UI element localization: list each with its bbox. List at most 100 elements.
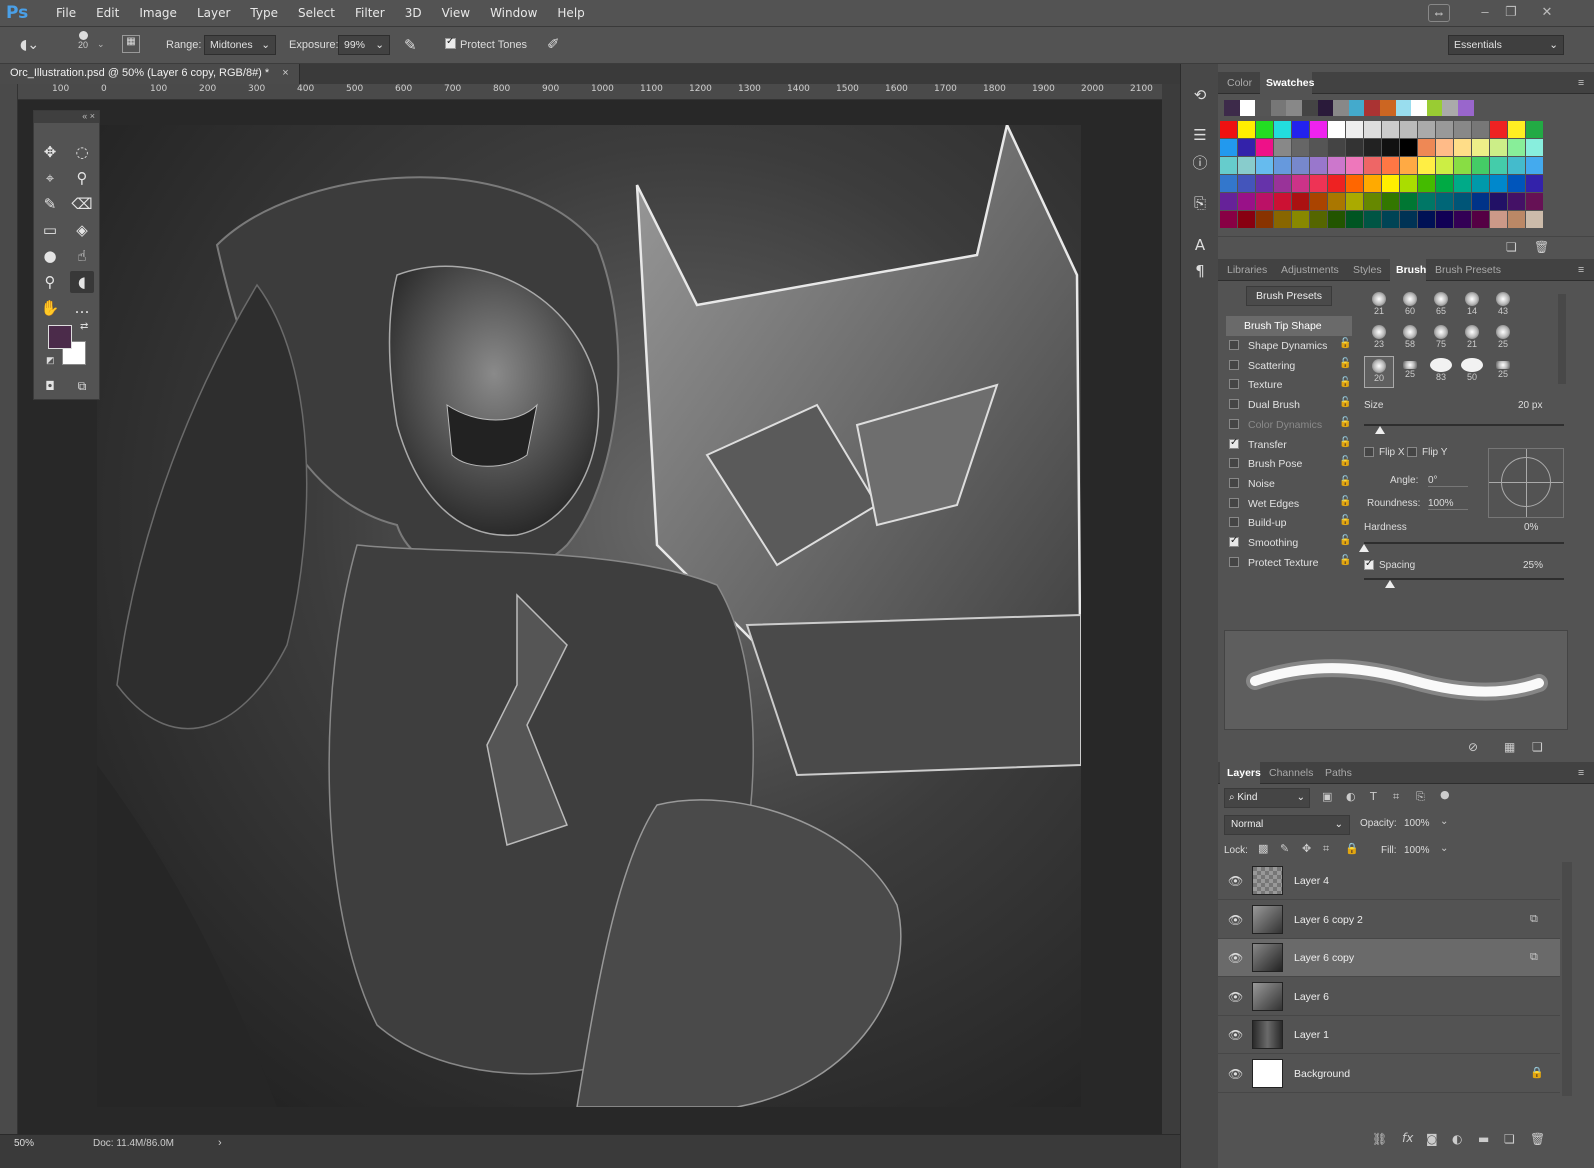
color-swatch[interactable]: [1382, 121, 1399, 138]
layer-thumbnail[interactable]: [1252, 1020, 1283, 1049]
tab-swatches[interactable]: Swatches: [1266, 77, 1314, 89]
menu-layer[interactable]: Layer: [187, 6, 240, 20]
color-swatch[interactable]: [1382, 193, 1399, 210]
color-swatch[interactable]: [1238, 157, 1255, 174]
lock-icon[interactable]: 🔓: [1339, 535, 1351, 546]
recent-swatch[interactable]: [1224, 100, 1240, 116]
filter-type-icon[interactable]: T: [1370, 790, 1377, 803]
brush-option-noise[interactable]: Noise 🔓: [1226, 474, 1351, 494]
color-swatch[interactable]: [1454, 157, 1471, 174]
brush-tip[interactable]: 65: [1426, 290, 1456, 322]
pressure-size-icon[interactable]: ✐: [547, 35, 560, 53]
recent-swatch[interactable]: [1348, 100, 1365, 116]
color-swatch[interactable]: [1472, 175, 1489, 192]
color-swatch[interactable]: [1238, 193, 1255, 210]
color-swatch[interactable]: [1346, 121, 1363, 138]
color-swatch[interactable]: [1364, 211, 1381, 228]
spacing-checkbox[interactable]: [1364, 558, 1374, 573]
color-swatch[interactable]: [1292, 175, 1309, 192]
layer-thumbnail[interactable]: [1252, 981, 1283, 1011]
tab-libraries[interactable]: Libraries: [1227, 264, 1267, 276]
lock-icon[interactable]: 🔓: [1339, 377, 1351, 388]
brush-option-texture[interactable]: Texture 🔓: [1226, 375, 1351, 395]
option-checkbox[interactable]: [1229, 535, 1239, 547]
brush-tip[interactable]: 60: [1395, 290, 1425, 322]
color-swatch[interactable]: [1400, 175, 1417, 192]
color-swatch[interactable]: [1472, 193, 1489, 210]
recent-swatch[interactable]: [1395, 100, 1412, 116]
color-swatch[interactable]: [1346, 193, 1363, 210]
color-swatch[interactable]: [1454, 121, 1471, 138]
filter-adjustment-icon[interactable]: ◐: [1346, 790, 1356, 803]
color-swatch[interactable]: [1490, 175, 1507, 192]
document-tab[interactable]: Orc_Illustration.psd @ 50% (Layer 6 copy…: [0, 64, 300, 84]
recent-swatch[interactable]: [1442, 100, 1459, 116]
sponge-tool-icon[interactable]: ◖: [70, 271, 94, 293]
color-swatch[interactable]: [1274, 121, 1291, 138]
visibility-eye-icon[interactable]: 👁: [1228, 951, 1243, 965]
visibility-eye-icon[interactable]: 👁: [1228, 913, 1243, 927]
color-swatch[interactable]: [1436, 193, 1453, 210]
hardness-value[interactable]: 0%: [1524, 522, 1538, 533]
color-swatch[interactable]: [1292, 193, 1309, 210]
character-icon[interactable]: A: [1189, 234, 1211, 256]
brush-tip[interactable]: 21: [1364, 290, 1394, 322]
color-swatch[interactable]: [1454, 193, 1471, 210]
brush-option-shape-dynamics[interactable]: Shape Dynamics 🔓: [1226, 336, 1351, 356]
color-swatch[interactable]: [1526, 121, 1543, 138]
option-checkbox[interactable]: [1229, 517, 1239, 528]
layer-row[interactable]: 👁 Layer 6: [1218, 978, 1560, 1016]
color-swatch[interactable]: [1238, 211, 1255, 228]
vertical-scrollbar[interactable]: [1162, 84, 1180, 1134]
flip-x-checkbox[interactable]: [1364, 447, 1374, 460]
more-tools-icon[interactable]: …: [70, 297, 94, 319]
brush-tool-icon[interactable]: ✎: [38, 193, 62, 215]
collapse-icon[interactable]: «: [82, 111, 87, 121]
color-swatch[interactable]: [1364, 193, 1381, 210]
recent-swatch[interactable]: [1411, 100, 1428, 116]
lock-all-icon[interactable]: 🔒: [1345, 842, 1359, 855]
color-swatch[interactable]: [1418, 175, 1435, 192]
blur-tool-icon[interactable]: ●: [38, 245, 62, 267]
layers-scrollbar[interactable]: [1562, 862, 1572, 1096]
color-swatch[interactable]: [1526, 211, 1543, 228]
airbrush-icon[interactable]: ✎: [404, 36, 417, 54]
brush-tip[interactable]: 20: [1364, 356, 1394, 388]
properties-icon[interactable]: ☰: [1189, 124, 1211, 146]
menu-image[interactable]: Image: [129, 6, 187, 20]
color-swatch[interactable]: [1346, 157, 1363, 174]
layer-name[interactable]: Background: [1294, 1068, 1350, 1080]
new-group-icon[interactable]: ▬: [1478, 1132, 1489, 1146]
option-checkbox[interactable]: [1229, 556, 1239, 567]
blend-mode-select[interactable]: Normal ⌄: [1224, 815, 1350, 835]
color-swatch[interactable]: [1346, 211, 1363, 228]
layer-thumbnail[interactable]: [1252, 1058, 1283, 1088]
info-icon[interactable]: ⓘ: [1189, 152, 1211, 174]
color-swatch[interactable]: [1508, 139, 1525, 156]
delete-layer-icon[interactable]: 🗑: [1530, 1132, 1545, 1146]
color-swatch[interactable]: [1310, 175, 1327, 192]
close-panel-icon[interactable]: ×: [90, 111, 95, 121]
color-swatch[interactable]: [1364, 157, 1381, 174]
recent-swatch[interactable]: [1317, 100, 1334, 116]
recent-swatch[interactable]: [1458, 100, 1474, 116]
color-swatch[interactable]: [1292, 139, 1309, 156]
fill-chevron-icon[interactable]: ⌄: [1440, 843, 1448, 854]
color-swatch[interactable]: [1436, 139, 1453, 156]
color-swatch[interactable]: [1256, 157, 1273, 174]
filter-smart-object-icon[interactable]: ⎘: [1416, 790, 1425, 804]
clone-source-icon[interactable]: ⎘: [1189, 192, 1211, 214]
color-swatch[interactable]: [1364, 121, 1381, 138]
layer-row[interactable]: 👁 Layer 4: [1218, 862, 1560, 900]
color-swatch[interactable]: [1508, 121, 1525, 138]
color-swatch[interactable]: [1382, 211, 1399, 228]
eyedropper-tool-icon[interactable]: ⚲: [70, 167, 94, 189]
color-swatch[interactable]: [1364, 139, 1381, 156]
option-checkbox[interactable]: [1229, 458, 1239, 469]
dodge-tool-icon[interactable]: ⚲: [38, 271, 62, 293]
new-layer-icon[interactable]: ❏: [1504, 1132, 1515, 1146]
color-swatch[interactable]: [1400, 121, 1417, 138]
tab-paths[interactable]: Paths: [1325, 767, 1352, 779]
panel-menu-icon[interactable]: ≡: [1578, 264, 1584, 276]
color-swatch[interactable]: [1436, 157, 1453, 174]
